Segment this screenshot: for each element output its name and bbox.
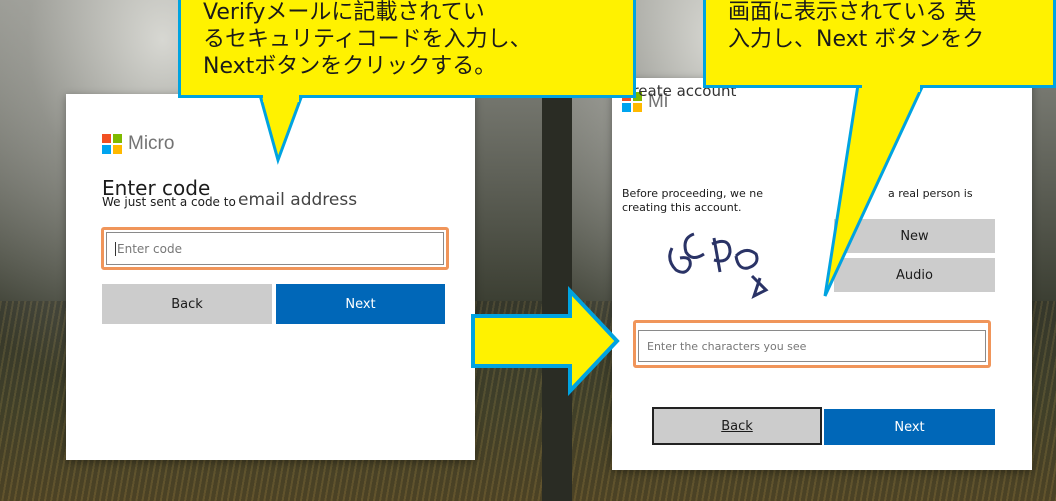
next-button[interactable]: Next [824, 409, 995, 445]
left-instruction-callout: Verifyメールに記載されてい るセキュリティコードを入力し、 Nextボタン… [178, 0, 636, 170]
sent-code-text: We just sent a code to [102, 195, 236, 209]
brand-name: Micro [128, 133, 175, 154]
back-button[interactable]: Back [102, 284, 272, 324]
callout-pointer-join [862, 84, 920, 92]
back-button[interactable]: Back [652, 407, 822, 445]
next-button[interactable]: Next [276, 284, 445, 324]
callout-text: Verifyメールに記載されてい るセキュリティコードを入力し、 Nextボタン… [178, 0, 636, 98]
callout-line-2: るセキュリティコードを入力し、 [203, 27, 532, 52]
callout-pointer-join [263, 94, 299, 102]
callout-line-2: 入力し、Next ボタンをク [728, 27, 985, 52]
code-input-placeholder: Enter code [117, 241, 182, 256]
callout-line-1: 画面に表示されている 英 [728, 0, 977, 25]
right-instruction-callout: 画面に表示されている 英 入力し、Next ボタンをク [703, 0, 1056, 300]
transition-arrow-icon [471, 286, 620, 396]
callout-line-3: Nextボタンをクリックする。 [203, 54, 497, 79]
email-address-text: email address [238, 190, 358, 210]
callout-text: 画面に表示されている 英 入力し、Next ボタンをク [703, 0, 1056, 88]
captcha-input[interactable]: Enter the characters you see [638, 330, 986, 362]
text-caret [115, 241, 116, 256]
callout-line-1: Verifyメールに記載されてい [203, 0, 485, 25]
code-input[interactable]: Enter code [106, 232, 444, 265]
microsoft-logo-icon [102, 134, 122, 154]
captcha-input-placeholder: Enter the characters you see [647, 339, 807, 353]
